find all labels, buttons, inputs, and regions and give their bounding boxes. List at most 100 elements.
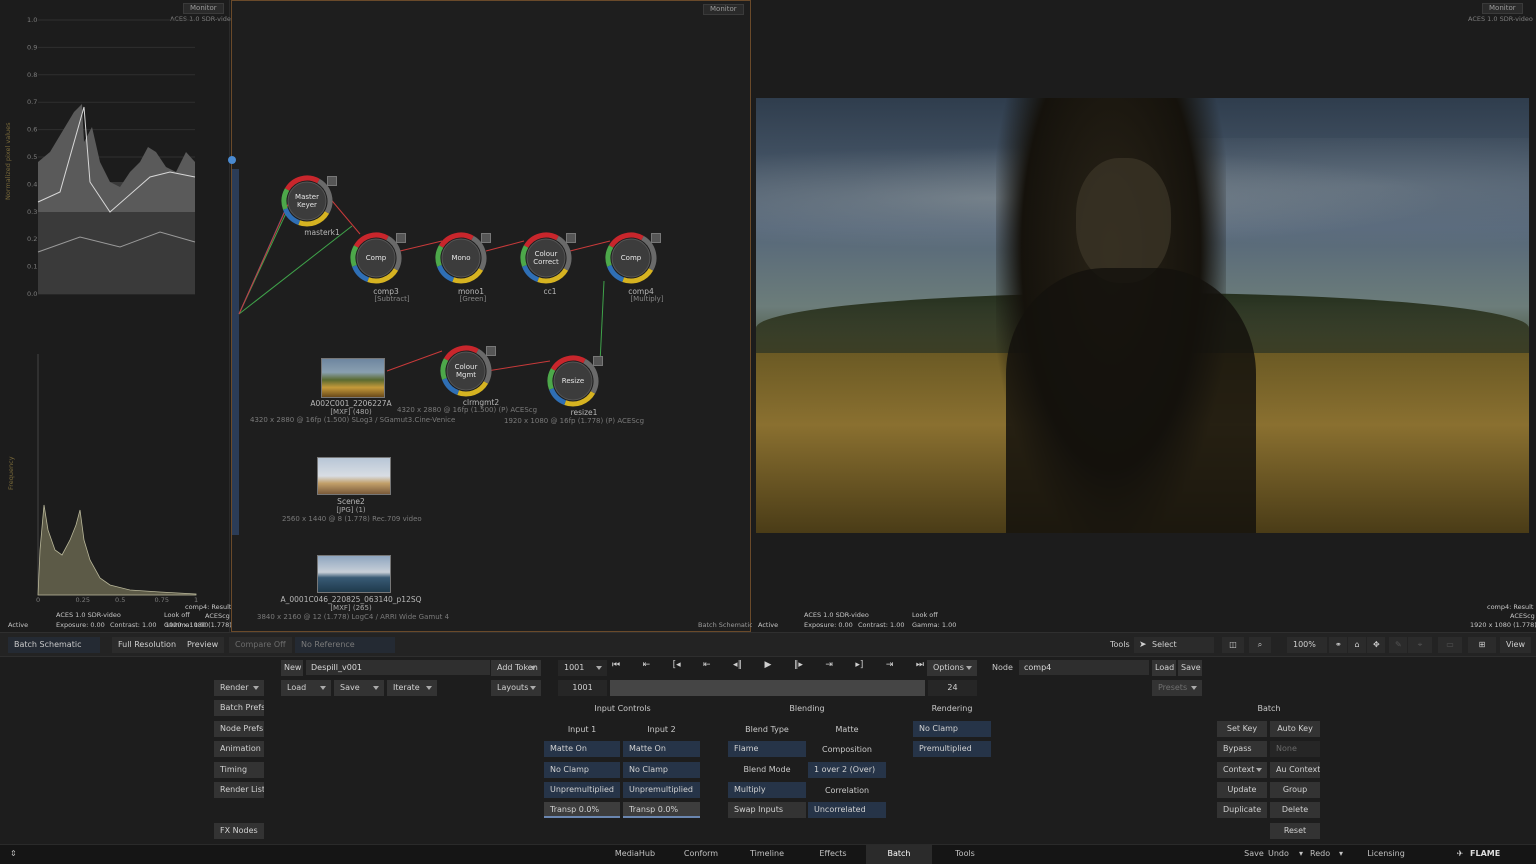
split-view-icon[interactable]: ◫	[1222, 637, 1244, 653]
au-context-button[interactable]: Au Context	[1270, 762, 1320, 778]
save-setup-button[interactable]: Save	[334, 680, 384, 696]
home-icon[interactable]: ⌂	[1348, 637, 1366, 653]
delete-button[interactable]: Delete	[1270, 802, 1320, 818]
timing-button[interactable]: Timing	[214, 762, 264, 778]
compare-off-button[interactable]: Compare Off	[229, 637, 292, 653]
blend-mode-multiply-button[interactable]: Multiply	[728, 782, 806, 798]
undo-dropdown-icon[interactable]: ▾	[1296, 845, 1306, 864]
view-button[interactable]: View	[1500, 637, 1531, 653]
tab-effects[interactable]: Effects	[808, 845, 858, 864]
node-save-button[interactable]: Save	[1178, 660, 1202, 676]
node-prefs-button[interactable]: Node Prefs	[214, 721, 264, 737]
prev-mark-icon[interactable]: [◂	[673, 660, 681, 676]
node-resize1[interactable]: Resize	[547, 355, 603, 407]
tab-tools[interactable]: Tools	[940, 845, 990, 864]
node-comp4[interactable]: Comp	[605, 232, 661, 284]
add-overlay-icon[interactable]: ⊞	[1468, 637, 1496, 653]
input1-no-clamp-button[interactable]: No Clamp	[544, 762, 620, 778]
next-mark-icon[interactable]: ▸]	[855, 660, 863, 676]
no-reference-field[interactable]: No Reference	[295, 637, 395, 653]
start-frame-field[interactable]: 1001	[558, 680, 607, 696]
fx-nodes-button[interactable]: FX Nodes	[214, 823, 264, 839]
next-key-icon[interactable]: ⇥	[886, 660, 894, 676]
reset-button[interactable]: Reset	[1270, 823, 1320, 839]
layouts-button[interactable]: Layouts	[491, 680, 541, 696]
crosshair-icon[interactable]: ⌖	[1408, 637, 1432, 653]
end-frame-field[interactable]: 24	[928, 680, 977, 696]
save-button[interactable]: Save	[1242, 845, 1266, 864]
viewer-panel[interactable]: Monitor ACES 1.0 SDR-video comp4: Result…	[752, 0, 1536, 632]
bypass-button[interactable]: Bypass	[1217, 741, 1267, 757]
prev-key-icon[interactable]: ⇤	[643, 660, 651, 676]
batch-schematic-panel[interactable]: Monitor Batch Schematic Master Keyer mast…	[228, 0, 753, 632]
auto-key-button[interactable]: Auto Key	[1270, 721, 1320, 737]
tab-conform[interactable]: Conform	[676, 845, 726, 864]
node-mono1[interactable]: Mono	[435, 232, 491, 284]
zoom-level-field[interactable]: 100%	[1287, 637, 1327, 653]
timeline-scrubber[interactable]	[610, 680, 925, 696]
add-token-button[interactable]: Add Token	[491, 660, 541, 676]
input1-matte-on-button[interactable]: Matte On	[544, 741, 620, 757]
render-button[interactable]: Render	[214, 680, 264, 696]
render-list-button[interactable]: Render List	[214, 782, 264, 798]
pan-icon[interactable]: ✥	[1367, 637, 1385, 653]
next-edit-icon[interactable]: ⇥	[825, 660, 833, 676]
load-setup-button[interactable]: Load	[281, 680, 331, 696]
expand-icon[interactable]: ⇕	[10, 849, 17, 858]
full-resolution-button[interactable]: Full Resolution	[112, 637, 183, 653]
tab-mediahub[interactable]: MediaHub	[610, 845, 660, 864]
node-name-field[interactable]: comp4	[1019, 660, 1149, 675]
composition-over-button[interactable]: 1 over 2 (Over)	[808, 762, 886, 778]
viewer-monitor-button[interactable]: Monitor	[1482, 3, 1523, 14]
batch-prefs-button[interactable]: Batch Prefs	[214, 700, 264, 716]
animation-button[interactable]: Animation	[214, 741, 264, 757]
new-setup-button[interactable]: New	[281, 660, 303, 676]
blend-type-flame-button[interactable]: Flame	[728, 741, 806, 757]
input2-unpremultiplied-button[interactable]: Unpremultiplied	[623, 782, 700, 798]
group-button[interactable]: Group	[1270, 782, 1320, 798]
context-button[interactable]: Context	[1217, 762, 1267, 778]
node-clrmgmt2[interactable]: Colour Mgmt	[440, 345, 496, 397]
swap-inputs-button[interactable]: Swap Inputs	[728, 802, 806, 818]
duplicate-button[interactable]: Duplicate	[1217, 802, 1267, 818]
node-cc1[interactable]: Colour Correct	[520, 232, 576, 284]
link-icon[interactable]: ⚭	[1329, 637, 1347, 653]
overlay-icon[interactable]: ▭	[1438, 637, 1462, 653]
setup-name-field[interactable]: Despill_v001	[306, 660, 490, 675]
update-button[interactable]: Update	[1217, 782, 1267, 798]
premultiplied-button[interactable]: Premultiplied	[913, 741, 991, 757]
tab-batch[interactable]: Batch	[866, 845, 932, 864]
node-clip1-thumbnail[interactable]	[321, 358, 385, 398]
viewer-image[interactable]	[756, 98, 1529, 533]
preview-button[interactable]: Preview	[181, 637, 225, 653]
node-comp3[interactable]: Comp	[350, 232, 406, 284]
options-button[interactable]: Options	[927, 660, 977, 676]
input1-transparency-slider[interactable]: Transp 0.0%	[544, 802, 620, 818]
search-icon[interactable]: ⌕	[1249, 637, 1271, 653]
prev-edit-icon[interactable]: ⇤	[703, 660, 711, 676]
uncorrelated-button[interactable]: Uncorrelated	[808, 802, 886, 818]
step-back-icon[interactable]: ◂‖	[733, 660, 742, 676]
tab-timeline[interactable]: Timeline	[742, 845, 792, 864]
node-load-button[interactable]: Load	[1152, 660, 1176, 676]
node-masterk1[interactable]: Master Keyer	[281, 175, 337, 227]
rendering-no-clamp-button[interactable]: No Clamp	[913, 721, 991, 737]
bypass-none-field[interactable]: None	[1270, 741, 1320, 757]
redo-dropdown-icon[interactable]: ▾	[1336, 845, 1346, 864]
iterate-button[interactable]: Iterate	[387, 680, 437, 696]
input2-matte-on-button[interactable]: Matte On	[623, 741, 700, 757]
select-tool-button[interactable]: ➤ Select	[1134, 637, 1214, 653]
presets-button[interactable]: Presets	[1152, 680, 1202, 696]
batch-schematic-button[interactable]: Batch Schematic	[8, 637, 100, 653]
input2-transparency-slider[interactable]: Transp 0.0%	[623, 802, 700, 818]
picker-icon[interactable]: ✎	[1389, 637, 1407, 653]
node-clip2-thumbnail[interactable]	[317, 457, 391, 495]
current-frame-field[interactable]: 1001	[558, 660, 607, 676]
input1-unpremultiplied-button[interactable]: Unpremultiplied	[544, 782, 620, 798]
input2-no-clamp-button[interactable]: No Clamp	[623, 762, 700, 778]
go-to-end-icon[interactable]: ⏭	[916, 660, 924, 676]
go-to-start-icon[interactable]: ⏮	[612, 660, 620, 676]
node-clip3-thumbnail[interactable]	[317, 555, 391, 593]
step-forward-icon[interactable]: ‖▸	[794, 660, 803, 676]
set-key-button[interactable]: Set Key	[1217, 721, 1267, 737]
